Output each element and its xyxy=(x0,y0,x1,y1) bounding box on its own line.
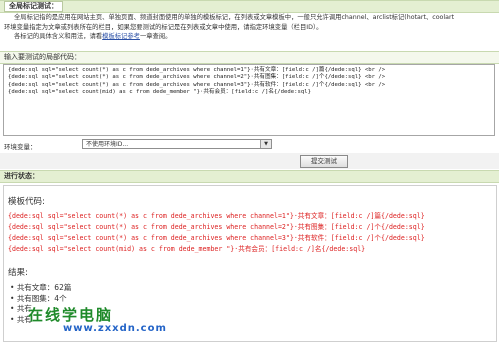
list-item: 共有 xyxy=(10,315,71,326)
list-item: 共有文章：62篇 xyxy=(10,283,72,294)
submit-test-button[interactable]: 提交测试 xyxy=(300,155,348,168)
env-variable-row: 环境变量： 不使用环境ID... ▼ xyxy=(0,137,499,153)
code-line: {dede:sql sql="select count(*) as c from… xyxy=(8,74,386,81)
result-list: 共有文章：62篇 共有图集：4个 共有 共有 xyxy=(10,283,72,326)
template-code-label: 模板代码: xyxy=(8,197,45,207)
result-code-block: {dede:sql sql="select count(*) as c from… xyxy=(8,211,496,255)
intro-line-3: 各标记的具体含义和用法，请看模板标记参考一章查阅。 xyxy=(14,33,172,40)
result-code-line: {dede:sql sql="select count(mid) as c fr… xyxy=(8,245,366,253)
intro-text: 全局标记指的是应用在网站主页、单独页面、频道封面使用的单独的模板标记，在列表或文… xyxy=(0,13,499,49)
list-item: 共有 xyxy=(10,304,71,315)
env-variable-select[interactable]: 不使用环境ID... ▼ xyxy=(82,139,272,149)
status-header: 进行状态： xyxy=(0,170,499,183)
result-label: 结果: xyxy=(8,268,28,278)
results-panel: 模板代码: {dede:sql sql="select count(*) as … xyxy=(3,185,497,342)
tag-reference-link[interactable]: 模板标记参考 xyxy=(102,33,140,40)
global-tag-test-header: 全局标记测试： xyxy=(0,0,499,13)
env-variable-label: 环境变量： xyxy=(4,143,37,151)
submit-row: 提交测试 xyxy=(0,153,499,169)
input-code-header: 输入要测试的局部代码： xyxy=(0,51,499,64)
result-code-line: {dede:sql sql="select count(*) as c from… xyxy=(8,212,425,220)
code-textarea[interactable]: {dede:sql sql="select count(*) as c from… xyxy=(3,64,495,136)
intro-line-1: 全局标记指的是应用在网站主页、单独页面、频道封面使用的单独的模板标记，在列表或文… xyxy=(14,14,455,21)
intro-line-2: 环境变量指定为文章或列表所在的栏目，如果您要测试的标记是在列表或文章中使用，请指… xyxy=(4,23,323,31)
code-line: {dede:sql sql="select count(*) as c from… xyxy=(8,81,386,88)
env-variable-selected: 不使用环境ID... xyxy=(86,141,129,148)
section-title: 全局标记测试： xyxy=(4,1,63,12)
list-item: 共有图集：4个 xyxy=(10,294,71,305)
code-line: {dede:sql sql="select count(mid) as c fr… xyxy=(8,88,311,95)
chevron-down-icon: ▼ xyxy=(260,140,271,148)
result-code-line: {dede:sql sql="select count(*) as c from… xyxy=(8,234,425,242)
status-title: 进行状态： xyxy=(4,172,39,180)
result-code-line: {dede:sql sql="select count(*) as c from… xyxy=(8,223,425,231)
input-code-label: 输入要测试的局部代码： xyxy=(4,53,81,61)
